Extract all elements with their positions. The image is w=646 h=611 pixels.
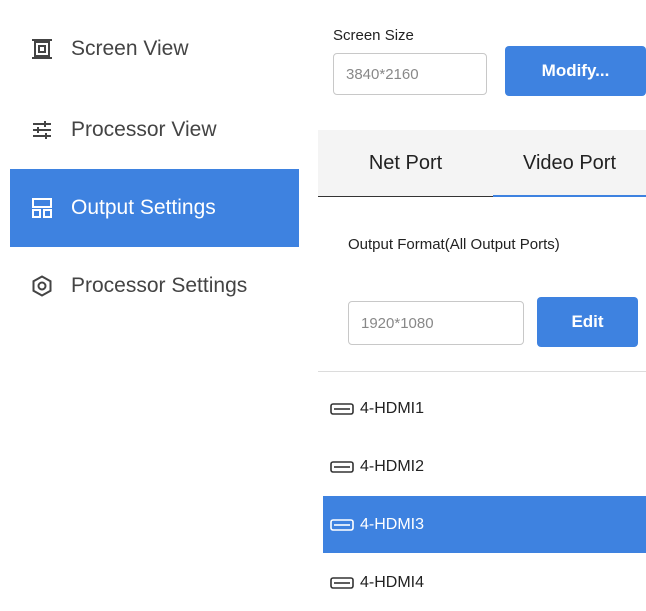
port-item-hdmi3[interactable]: 4-HDMI3 [323,496,646,553]
sidebar-item-label: Output Settings [71,196,216,219]
port-item-hdmi2[interactable]: 4-HDMI2 [323,438,646,495]
port-label: 4-HDMI2 [360,457,425,475]
sidebar-item-screen-view[interactable]: Screen View [10,10,299,88]
output-format-label: Output Format(All Output Ports) [348,236,560,253]
sidebar-item-processor-view[interactable]: Processor View [10,91,299,169]
screen-size-field[interactable]: 3840*2160 [333,53,487,95]
divider [318,371,646,372]
sidebar-item-label: Processor View [71,118,217,141]
modify-button[interactable]: Modify... [505,46,646,96]
tab-net-port[interactable]: Net Port [318,130,493,197]
port-label: 4-HDMI4 [360,573,425,591]
port-label: 4-HDMI1 [360,399,425,417]
hdmi-icon [330,518,354,531]
active-tab-indicator [493,195,646,197]
tab-video-port[interactable]: Video Port [493,130,646,197]
screen-icon [30,37,54,61]
sidebar-item-label: Processor Settings [71,274,248,297]
hdmi-icon [330,460,354,473]
port-label: 4-HDMI3 [360,515,425,533]
sidebar: Screen View Processor View Output Settin… [0,0,318,610]
sidebar-item-processor-settings[interactable]: Processor Settings [10,247,299,325]
gear-icon [30,274,54,298]
output-format-field[interactable]: 1920*1080 [348,301,524,345]
output-settings-panel: Screen Size 3840*2160 Modify... Net Port… [318,0,646,610]
sidebar-item-output-settings[interactable]: Output Settings [10,169,299,247]
hdmi-icon [330,576,354,589]
sliders-icon [30,118,54,142]
hdmi-icon [330,402,354,415]
edit-button[interactable]: Edit [537,297,638,347]
port-item-hdmi4[interactable]: 4-HDMI4 [323,554,646,611]
port-item-hdmi1[interactable]: 4-HDMI1 [323,380,646,437]
sidebar-item-label: Screen View [71,37,189,60]
layout-icon [30,196,54,220]
screen-size-label: Screen Size [333,27,414,44]
